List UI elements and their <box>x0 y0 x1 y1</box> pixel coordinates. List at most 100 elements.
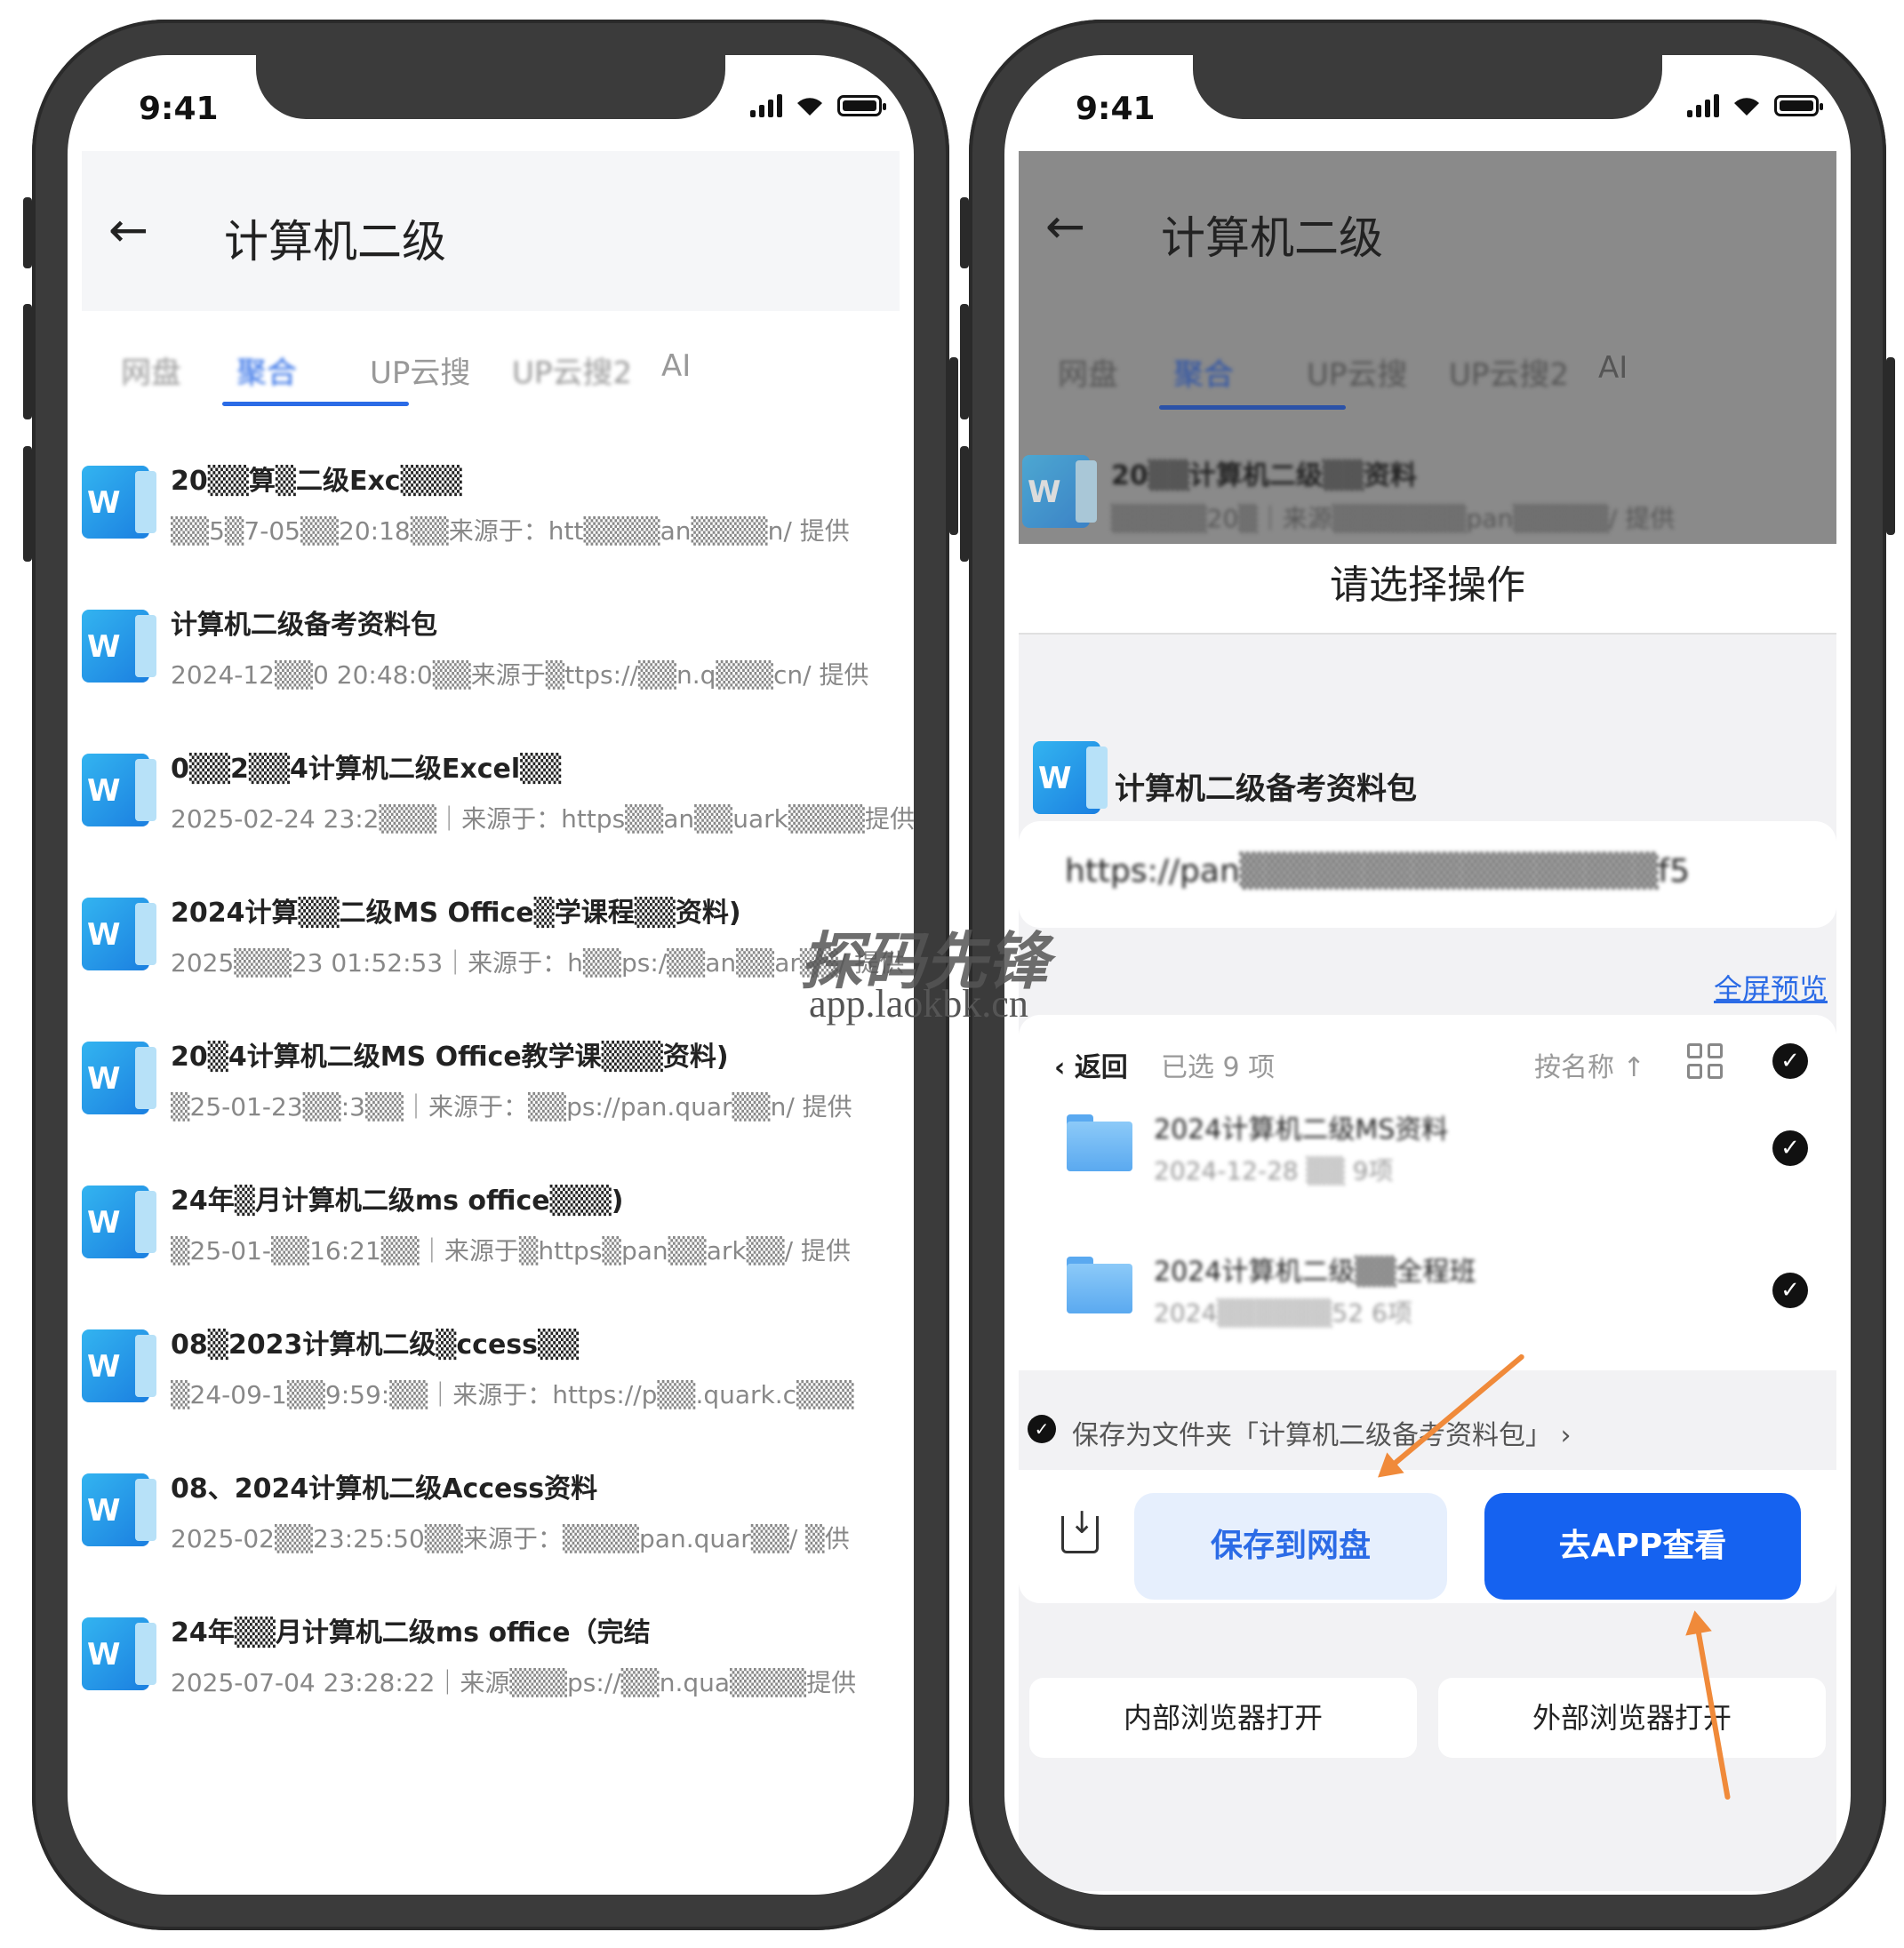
watermark-url: app.laokbk.cn <box>809 982 1028 1026</box>
internal-browser-button[interactable]: 内部浏览器打开 <box>1029 1678 1417 1758</box>
folder-check-icon[interactable]: ✓ <box>1772 1130 1808 1166</box>
file-title: 08、2024计算机二级Access资料 <box>171 1473 598 1505</box>
power-button <box>949 357 958 535</box>
dimmed-background[interactable]: ← 计算机二级 网盘 聚合 UP云搜 UP云搜2 AI W 20▒▒计算机二级▒… <box>1019 151 1836 544</box>
page-title: 计算机二级 <box>1161 212 1383 264</box>
word-file-icon: W <box>82 754 156 826</box>
back-label: 返回 <box>1074 1052 1128 1083</box>
list-item[interactable]: W 20▒▒算▒二级Exc▒▒▒ ▒▒5▒7-05▒▒20:18▒▒来源于：htt▒… <box>82 446 900 590</box>
share-url-box[interactable]: https://pan▒▒▒▒▒▒▒▒▒▒▒▒▒▒▒▒▒f5 <box>1019 821 1836 928</box>
folder-icon <box>1067 1114 1132 1171</box>
save-as-folder-check-icon[interactable]: ✓ <box>1028 1415 1056 1443</box>
notch <box>1193 55 1662 119</box>
file-meta: ▒▒▒▒▒20▒｜来源▒▒▒▒▒▒▒pan▒▒▒▒▒/ 提供 <box>1111 504 1676 533</box>
list-item[interactable]: W 20▒4计算机二级MS Office教学课▒▒▒资料) ▒25-01-23▒▒:… <box>82 1022 900 1166</box>
selected-count: 已选 9 项 <box>1161 1052 1276 1083</box>
right-phone-frame: 9:41 ← 计算机二级 网盘 聚合 UP云搜 UP云搜2 AI W 20▒▒计… <box>960 20 1895 1930</box>
tab-up-search-2[interactable]: UP云搜2 <box>512 348 632 392</box>
file-title: 20▒4计算机二级MS Office教学课▒▒▒资料) <box>171 1042 729 1073</box>
word-file-icon: W <box>82 466 156 539</box>
word-file-icon: W <box>82 1042 156 1114</box>
list-item[interactable]: W 08、2024计算机二级Access资料 2025-02▒▒23:25:50▒▒… <box>82 1454 900 1598</box>
share-url: https://pan▒▒▒▒▒▒▒▒▒▒▒▒▒▒▒▒▒f5 <box>1065 853 1691 890</box>
tab-netdisk: 网盘 <box>1058 357 1118 393</box>
file-meta: 2025-02-24 23:2▒▒▒｜来源于：https▒▒an▒▒uark▒▒… <box>171 804 914 834</box>
right-screen: 9:41 ← 计算机二级 网盘 聚合 UP云搜 UP云搜2 AI W 20▒▒计… <box>1004 55 1851 1895</box>
sheet-divider <box>1019 633 1836 635</box>
word-file-icon: W <box>1033 741 1108 814</box>
notch <box>256 55 725 119</box>
volume-up-button <box>23 304 32 419</box>
volume-down-button <box>960 446 969 562</box>
active-tab-indicator <box>222 402 409 406</box>
file-title: 24年▒▒月计算机二级ms office（完结 <box>171 1617 651 1649</box>
folder-icon <box>1067 1257 1132 1313</box>
download-icon[interactable] <box>1061 1505 1099 1553</box>
file-title: 计算机二级备考资料包 <box>171 610 437 641</box>
file-selection-panel: ‹ 返回 已选 9 项 按名称 ↑ ✓ 2024计算机二级MS资料 2024-1… <box>1019 1015 1836 1370</box>
power-button <box>1886 357 1895 535</box>
tab-up-search[interactable]: UP云搜 <box>370 348 470 392</box>
full-screen-preview-link[interactable]: 全屏预览 <box>1714 967 1828 1008</box>
folder-name: 2024计算机二级▒▒全程班 <box>1154 1257 1476 1288</box>
list-item[interactable]: W 2024计算▒▒二级MS Office▒学课程▒▒资料) 2025▒▒▒23 0… <box>82 878 904 1022</box>
status-time: 9:41 <box>1076 91 1156 127</box>
file-title: 2024计算▒▒二级MS Office▒学课程▒▒资料) <box>171 898 741 929</box>
sort-by-name-button[interactable]: 按名称 ↑ <box>1534 1045 1645 1084</box>
list-item[interactable]: W 24年▒▒月计算机二级ms office（完结 2025-07-04 23:28… <box>82 1598 900 1742</box>
list-item[interactable]: W 08▒2023计算机二级▒ccess▒▒ ▒24-09-1▒▒9:59:▒▒｜来… <box>82 1310 900 1454</box>
active-tab-indicator <box>1159 405 1346 410</box>
back-arrow-icon[interactable]: ← <box>108 206 148 254</box>
file-meta: 2025-07-04 23:28:22｜来源▒▒▒ps://▒▒n.qua▒▒▒… <box>171 1668 857 1697</box>
app-header: ← 计算机二级 <box>82 151 900 311</box>
signal-icon <box>1687 94 1719 117</box>
volume-down-button <box>23 446 32 562</box>
word-file-icon: W <box>82 898 156 970</box>
mute-switch <box>960 197 969 268</box>
status-icons <box>1687 94 1823 117</box>
file-title: 24年▒月计算机二级ms office▒▒▒) <box>171 1186 624 1217</box>
folder-meta: 2024▒▒▒▒▒▒52 6项 <box>1154 1298 1412 1328</box>
folder-check-icon[interactable]: ✓ <box>1772 1273 1808 1308</box>
tab-ai: AI <box>1598 350 1628 386</box>
tab-ai[interactable]: AI <box>661 348 691 384</box>
wifi-icon <box>797 98 822 116</box>
word-file-icon: W <box>1022 455 1097 528</box>
source-tabs: 网盘 聚合 UP云搜 UP云搜2 AI <box>68 348 914 406</box>
back-button[interactable]: ‹ 返回 <box>1054 1045 1128 1084</box>
grid-view-icon[interactable] <box>1687 1043 1723 1079</box>
page-title: 计算机二级 <box>224 216 446 267</box>
external-browser-button[interactable]: 外部浏览器打开 <box>1438 1678 1826 1758</box>
list-item[interactable]: W 0▒▒2▒▒4计算机二级Excel▒▒ 2025-02-24 23:2▒▒▒｜来… <box>82 734 914 878</box>
volume-up-button <box>960 304 969 419</box>
list-item[interactable]: W 24年▒月计算机二级ms office▒▒▒) ▒25-01-▒▒16:21▒▒… <box>82 1166 900 1310</box>
select-all-check-icon[interactable]: ✓ <box>1772 1043 1808 1079</box>
file-title: 0▒▒2▒▒4计算机二级Excel▒▒ <box>171 754 562 785</box>
battery-icon <box>1774 95 1823 116</box>
file-meta: 2025-02▒▒23:25:50▒▒来源于：▒▒▒▒pan.quar▒▒/ ▒… <box>171 1524 850 1553</box>
list-item[interactable]: W 计算机二级备考资料包 2024-12▒▒0 20:48:0▒▒来源于▒ttps:… <box>82 590 900 734</box>
tab-netdisk[interactable]: 网盘 <box>121 348 181 392</box>
signal-icon <box>750 94 782 117</box>
word-file-icon: W <box>82 1186 156 1258</box>
battery-icon <box>837 95 886 116</box>
wifi-icon <box>1734 98 1759 116</box>
folder-meta: 2024-12-28 ▒▒ 9项 <box>1154 1156 1394 1186</box>
open-in-app-button[interactable]: 去APP查看 <box>1484 1493 1801 1600</box>
file-meta: 2025▒▒▒23 01:52:53｜来源于：h▒▒ps:/▒▒an▒▒ar▒▒… <box>171 948 905 978</box>
mute-switch <box>23 197 32 268</box>
tab-aggregate[interactable]: 聚合 <box>236 348 297 392</box>
tab-aggregate: 聚合 <box>1173 357 1234 393</box>
file-meta: ▒25-01-▒▒16:21▒▒｜来源于▒https▒pan▒▒ark▒▒/ 提… <box>171 1236 851 1265</box>
tab-up-search: UP云搜 <box>1307 357 1408 393</box>
save-as-folder-option[interactable]: 保存为文件夹「计算机二级备考资料包」 › <box>1072 1413 1572 1452</box>
word-file-icon: W <box>82 1617 156 1690</box>
file-meta: ▒▒5▒7-05▒▒20:18▒▒来源于：htt▒▒▒▒an▒▒▒▒n/ 提供 <box>171 516 850 546</box>
status-icons <box>750 94 886 117</box>
package-title: 计算机二级备考资料包 <box>1115 771 1417 807</box>
word-file-icon: W <box>82 1473 156 1546</box>
tab-up-search-2: UP云搜2 <box>1449 357 1570 393</box>
back-arrow-icon: ← <box>1045 198 1086 254</box>
save-to-netdisk-button[interactable]: 保存到网盘 <box>1134 1493 1447 1600</box>
file-meta: 2024-12▒▒0 20:48:0▒▒来源于▒ttps://▒▒n.q▒▒▒c… <box>171 660 869 690</box>
